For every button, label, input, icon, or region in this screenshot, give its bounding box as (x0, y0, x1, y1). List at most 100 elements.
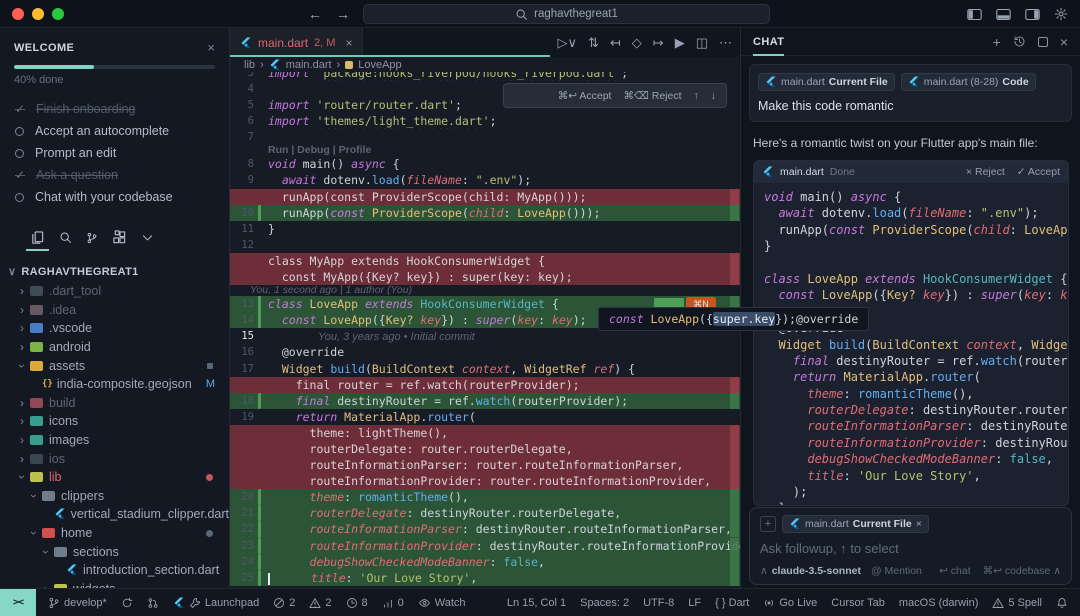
status-item-5-spell[interactable]: 5 Spell (992, 597, 1042, 609)
next-change-icon[interactable]: ↦ (653, 35, 664, 51)
code-line[interactable]: Run | Debug | Profile (230, 145, 740, 156)
code-line[interactable]: routeInformationProvider: router.routeIn… (230, 473, 740, 489)
tab-chat[interactable]: CHAT (753, 36, 784, 56)
add-context-button[interactable]: + (760, 516, 776, 532)
tree-item-lib[interactable]: ›lib (0, 468, 229, 487)
tree-item-widgets[interactable]: ›widgets (0, 580, 229, 589)
code-line[interactable]: theme: lightTheme(), (230, 425, 740, 441)
remove-pill-icon[interactable]: × (916, 518, 922, 530)
onboarding-task[interactable]: Chat with your codebase (0, 186, 229, 208)
codebase-hint[interactable]: ⌘↩ codebase ∧ (983, 565, 1061, 577)
accept-button[interactable]: ✓ Accept (1017, 166, 1060, 178)
code-line[interactable]: const MyApp({Key? key}) : super(key: key… (230, 269, 740, 285)
close-icon[interactable]: × (207, 40, 215, 55)
split-editor-icon[interactable]: ◫ (696, 35, 708, 51)
next-suggestion-button[interactable]: ↓ (711, 90, 716, 102)
status-item-2[interactable]: 2 (273, 597, 295, 609)
code-line[interactable]: class MyApp extends HookConsumerWidget { (230, 253, 740, 269)
breadcrumb-folder[interactable]: lib (244, 59, 255, 71)
status-item--dart[interactable]: { } Dart (715, 597, 749, 609)
extensions-icon[interactable] (112, 230, 127, 251)
status-item-develop-[interactable]: develop* (48, 597, 107, 609)
status-item-8[interactable]: 8 (346, 597, 368, 609)
expand-icon[interactable] (1038, 37, 1048, 47)
tree-item-india-composite-geojson[interactable]: {}india-composite.geojsonM (0, 375, 229, 394)
status-item-2[interactable]: 2 (309, 597, 331, 609)
minimize-window-button[interactable] (32, 8, 44, 20)
search-icon[interactable] (59, 231, 72, 250)
source-control-icon[interactable] (86, 232, 98, 250)
context-pill[interactable]: main.dart Current File × (782, 515, 929, 533)
tree-item--idea[interactable]: ›.idea (0, 301, 229, 320)
onboarding-task[interactable]: Prompt an edit (0, 142, 229, 164)
tree-item-sections[interactable]: ›sections (0, 542, 229, 561)
status-item-macos-darwin-[interactable]: macOS (darwin) (899, 597, 978, 609)
tree-item-icons[interactable]: ›icons (0, 412, 229, 431)
toggle-secondary-sidebar-icon[interactable] (1025, 8, 1040, 21)
code-line[interactable]: 8void main() async { (230, 156, 740, 172)
code-line[interactable]: final router = ref.watch(routerProvider)… (230, 377, 740, 393)
remote-indicator[interactable]: >< (0, 589, 36, 616)
explorer-root[interactable]: ∨ RAGHAVTHEGREAT1 (0, 257, 229, 282)
onboarding-task[interactable]: ✓Ask a question (0, 164, 229, 186)
status-item-watch[interactable]: Watch (418, 597, 466, 609)
mention-button[interactable]: @ Mention (871, 565, 922, 577)
tree-item-ios[interactable]: ›ios (0, 449, 229, 468)
command-center-search[interactable]: raghavthegreat1 (363, 4, 770, 24)
tree-item-introduction-section-dart[interactable]: introduction_section.dart (0, 561, 229, 580)
status-item[interactable] (121, 597, 133, 609)
close-window-button[interactable] (12, 8, 24, 20)
tree-item-android[interactable]: ›android (0, 338, 229, 357)
code-line[interactable]: 22 routeInformationParser: destinyRouter… (230, 521, 740, 537)
send-chat-hint[interactable]: ↩ chat (939, 565, 971, 577)
code-line[interactable]: 20 theme: romanticTheme(), (230, 489, 740, 505)
code-line[interactable]: 17 Widget build(BuildContext context, Wi… (230, 361, 740, 377)
code-line[interactable]: routerDelegate: router.routerDelegate, (230, 441, 740, 457)
chevron-down-icon[interactable] (141, 231, 154, 250)
status-item-utf-8[interactable]: UTF-8 (643, 597, 674, 609)
breadcrumb-file[interactable]: main.dart (286, 59, 332, 71)
status-item-spaces-2[interactable]: Spaces: 2 (580, 597, 629, 609)
more-actions-icon[interactable]: ⋯ (719, 35, 732, 51)
code-line[interactable]: 25 title: 'Our Love Story', (230, 570, 740, 586)
tree-item--vscode[interactable]: ›.vscode (0, 319, 229, 338)
breadcrumb[interactable]: lib › main.dart › LoveApp (230, 57, 740, 72)
prev-change-icon[interactable]: ↤ (610, 35, 621, 51)
code-line[interactable]: runApp(const ProviderScope(child: MyApp(… (230, 189, 740, 205)
prev-suggestion-button[interactable]: ↑ (694, 90, 699, 102)
close-tab-icon[interactable]: × (345, 36, 352, 50)
code-line[interactable]: 10 runApp(const ProviderScope(child: Lov… (230, 205, 740, 221)
code-line[interactable]: 9 await dotenv.load(fileName: ".env"); (230, 172, 740, 188)
context-pill[interactable]: main.dartCurrent File (758, 73, 895, 91)
git-graph-icon[interactable]: ⇅ (588, 35, 599, 51)
tree-item-build[interactable]: ›build (0, 394, 229, 413)
breadcrumb-symbol[interactable]: LoveApp (358, 59, 401, 71)
tree-item-home[interactable]: ›home (0, 524, 229, 543)
accept-button[interactable]: ⌘↩ Accept (558, 90, 612, 102)
tree-item-assets[interactable]: ›assets (0, 356, 229, 375)
history-back-button[interactable]: ← (308, 6, 322, 22)
onboarding-task[interactable]: ✓Finish onboarding (0, 98, 229, 120)
code-line[interactable]: 19 return MaterialApp.router( (230, 409, 740, 425)
code-line[interactable]: 6import 'themes/light_theme.dart'; (230, 113, 740, 129)
status-item-launchpad[interactable]: Launchpad (173, 597, 259, 609)
code-line[interactable]: 23 routeInformationProvider: destinyRout… (230, 538, 740, 554)
code-line[interactable]: 12 (230, 237, 740, 253)
new-chat-icon[interactable]: + (993, 34, 1001, 50)
chat-input-placeholder[interactable]: Ask followup, ↑ to select (760, 541, 1061, 556)
code-line[interactable]: routeInformationParser: router.routeInfo… (230, 457, 740, 473)
status-item-ln-15-col-1[interactable]: Ln 15, Col 1 (507, 597, 566, 609)
tree-item-vertical-stadium-clipper-dart[interactable]: vertical_stadium_clipper.dart (0, 505, 229, 524)
code-line[interactable]: 21 routerDelegate: destinyRouter.routerD… (230, 505, 740, 521)
tree-item--dart-tool[interactable]: ›.dart_tool (0, 282, 229, 301)
history-forward-button[interactable]: → (336, 6, 350, 22)
run-dropdown-icon[interactable]: ▷∨ (557, 35, 577, 51)
run-icon[interactable]: ▶ (675, 35, 685, 51)
tab-main-dart[interactable]: main.dart 2, M × (230, 28, 363, 57)
reject-button[interactable]: ⌘⌫ Reject (623, 90, 681, 102)
status-item-lf[interactable]: LF (688, 597, 701, 609)
code-line[interactable]: 16 @override (230, 344, 740, 360)
chat-input-box[interactable]: + main.dart Current File × Ask followup,… (749, 507, 1072, 585)
code-line[interactable]: 24 debugShowCheckedModeBanner: false, (230, 554, 740, 570)
zoom-window-button[interactable] (52, 8, 64, 20)
